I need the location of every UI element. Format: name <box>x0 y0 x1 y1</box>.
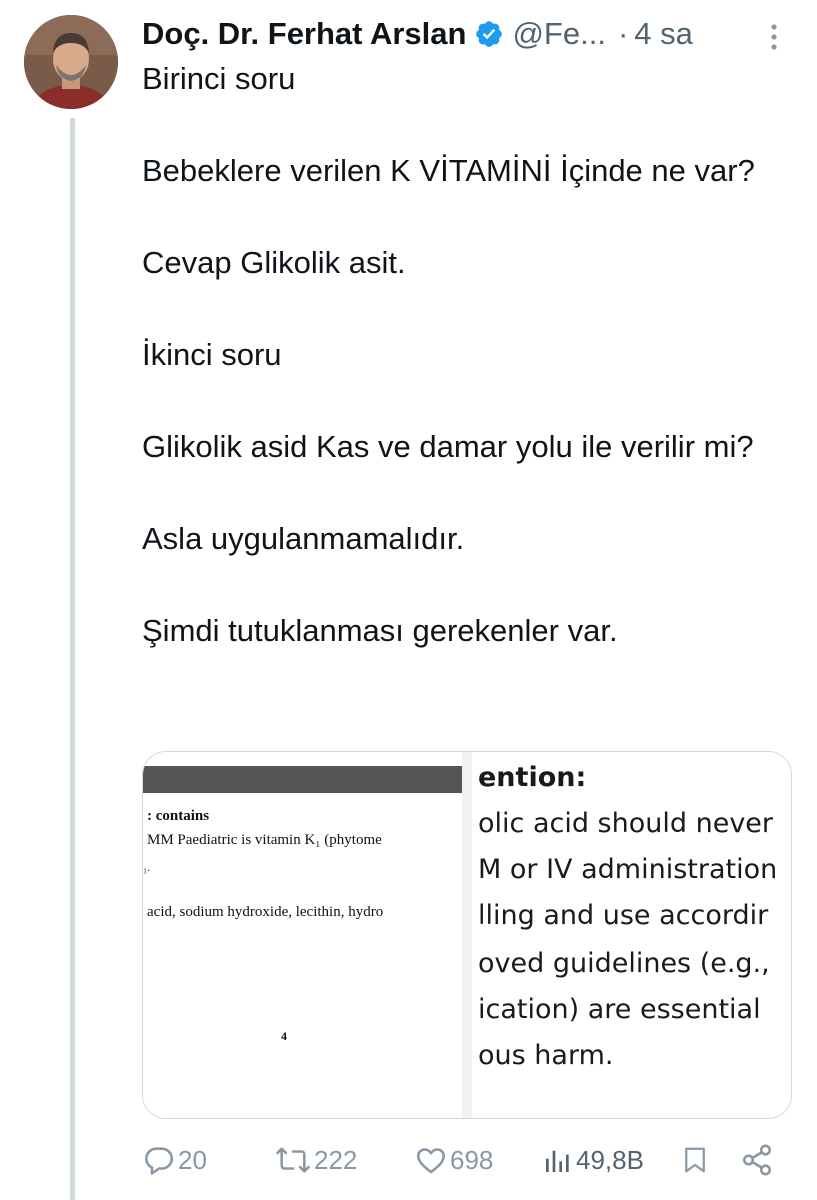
retweet-icon <box>276 1147 310 1173</box>
tweet-paragraph: Bebeklere verilen K VİTAMİNİ İçinde ne v… <box>142 153 755 188</box>
media-image-leaflet[interactable]: : contains MM Paediatric is vitamin K₁ (… <box>143 752 462 1118</box>
reply-count: 20 <box>178 1144 207 1175</box>
share-button[interactable] <box>740 1138 774 1182</box>
views-icon <box>546 1150 569 1172</box>
tweet-paragraph: Şimdi tutuklanması gerekenler var. <box>142 613 618 648</box>
reply-button[interactable]: 20 <box>142 1138 207 1182</box>
tweet-text: Birinci soru Bebeklere verilen K VİTAMİN… <box>142 56 782 654</box>
heart-icon <box>416 1148 446 1174</box>
media-grid: : contains MM Paediatric is vitamin K₁ (… <box>142 751 792 1119</box>
image-text-line: ication) are essential <box>478 994 761 1025</box>
image-text-line: ous harm. <box>478 1040 614 1071</box>
share-icon <box>742 1144 772 1176</box>
image-text-line: olic acid should never <box>478 808 774 839</box>
tweet-paragraph: Asla uygulanmamalıdır. <box>142 521 465 556</box>
retweet-count: 222 <box>314 1144 358 1175</box>
tweet-paragraph: Birinci soru <box>142 61 296 96</box>
media-image-text[interactable]: ention: olic acid should never M or IV a… <box>472 752 791 1118</box>
image-text-line: ention: <box>478 762 587 793</box>
tweet-time[interactable]: 4 sa <box>634 16 693 52</box>
image-text-line: M or IV administration <box>478 854 778 885</box>
leaflet-page-number: 4 <box>281 1029 287 1043</box>
reply-icon <box>145 1147 174 1175</box>
leaflet-header-bar <box>143 766 462 793</box>
separator-dot: · <box>617 16 629 51</box>
leaflet-line: acid, sodium hydroxide, lecithin, hydro <box>147 904 384 920</box>
tweet-paragraph: Cevap Glikolik asit. <box>142 245 406 280</box>
avatar-image <box>24 15 118 109</box>
tweet-paragraph: Glikolik asid Kas ve damar yolu ile veri… <box>142 429 754 464</box>
leaflet-line: ₁. <box>143 860 151 874</box>
like-count: 698 <box>450 1144 494 1175</box>
action-bar: 20 222 698 49,8B <box>142 1138 782 1182</box>
more-vertical-icon[interactable] <box>759 22 789 52</box>
views-count: 49,8B <box>576 1144 644 1175</box>
verified-badge-icon <box>476 21 503 47</box>
retweet-button[interactable]: 222 <box>274 1138 357 1182</box>
thread-line <box>70 118 75 1200</box>
leaflet-heading: : contains <box>147 808 210 824</box>
author-name[interactable]: Doç. Dr. Ferhat Arslan <box>142 16 466 52</box>
tweet-header: Doç. Dr. Ferhat Arslan @Fe... · 4 sa <box>142 12 781 56</box>
bookmark-button[interactable] <box>680 1138 710 1182</box>
avatar[interactable] <box>24 15 118 109</box>
image-text-line: oved guidelines (e.g., <box>478 948 770 979</box>
bookmark-icon <box>685 1147 705 1173</box>
media-divider <box>462 752 472 1118</box>
leaflet-line: MM Paediatric is vitamin K₁ (phytome <box>147 832 382 848</box>
image-text-line: lling and use accordir <box>478 900 769 931</box>
tweet-paragraph: İkinci soru <box>142 337 282 372</box>
views-button[interactable]: 49,8B <box>542 1138 644 1182</box>
like-button[interactable]: 698 <box>414 1138 493 1182</box>
author-handle[interactable]: @Fe... <box>512 16 605 52</box>
